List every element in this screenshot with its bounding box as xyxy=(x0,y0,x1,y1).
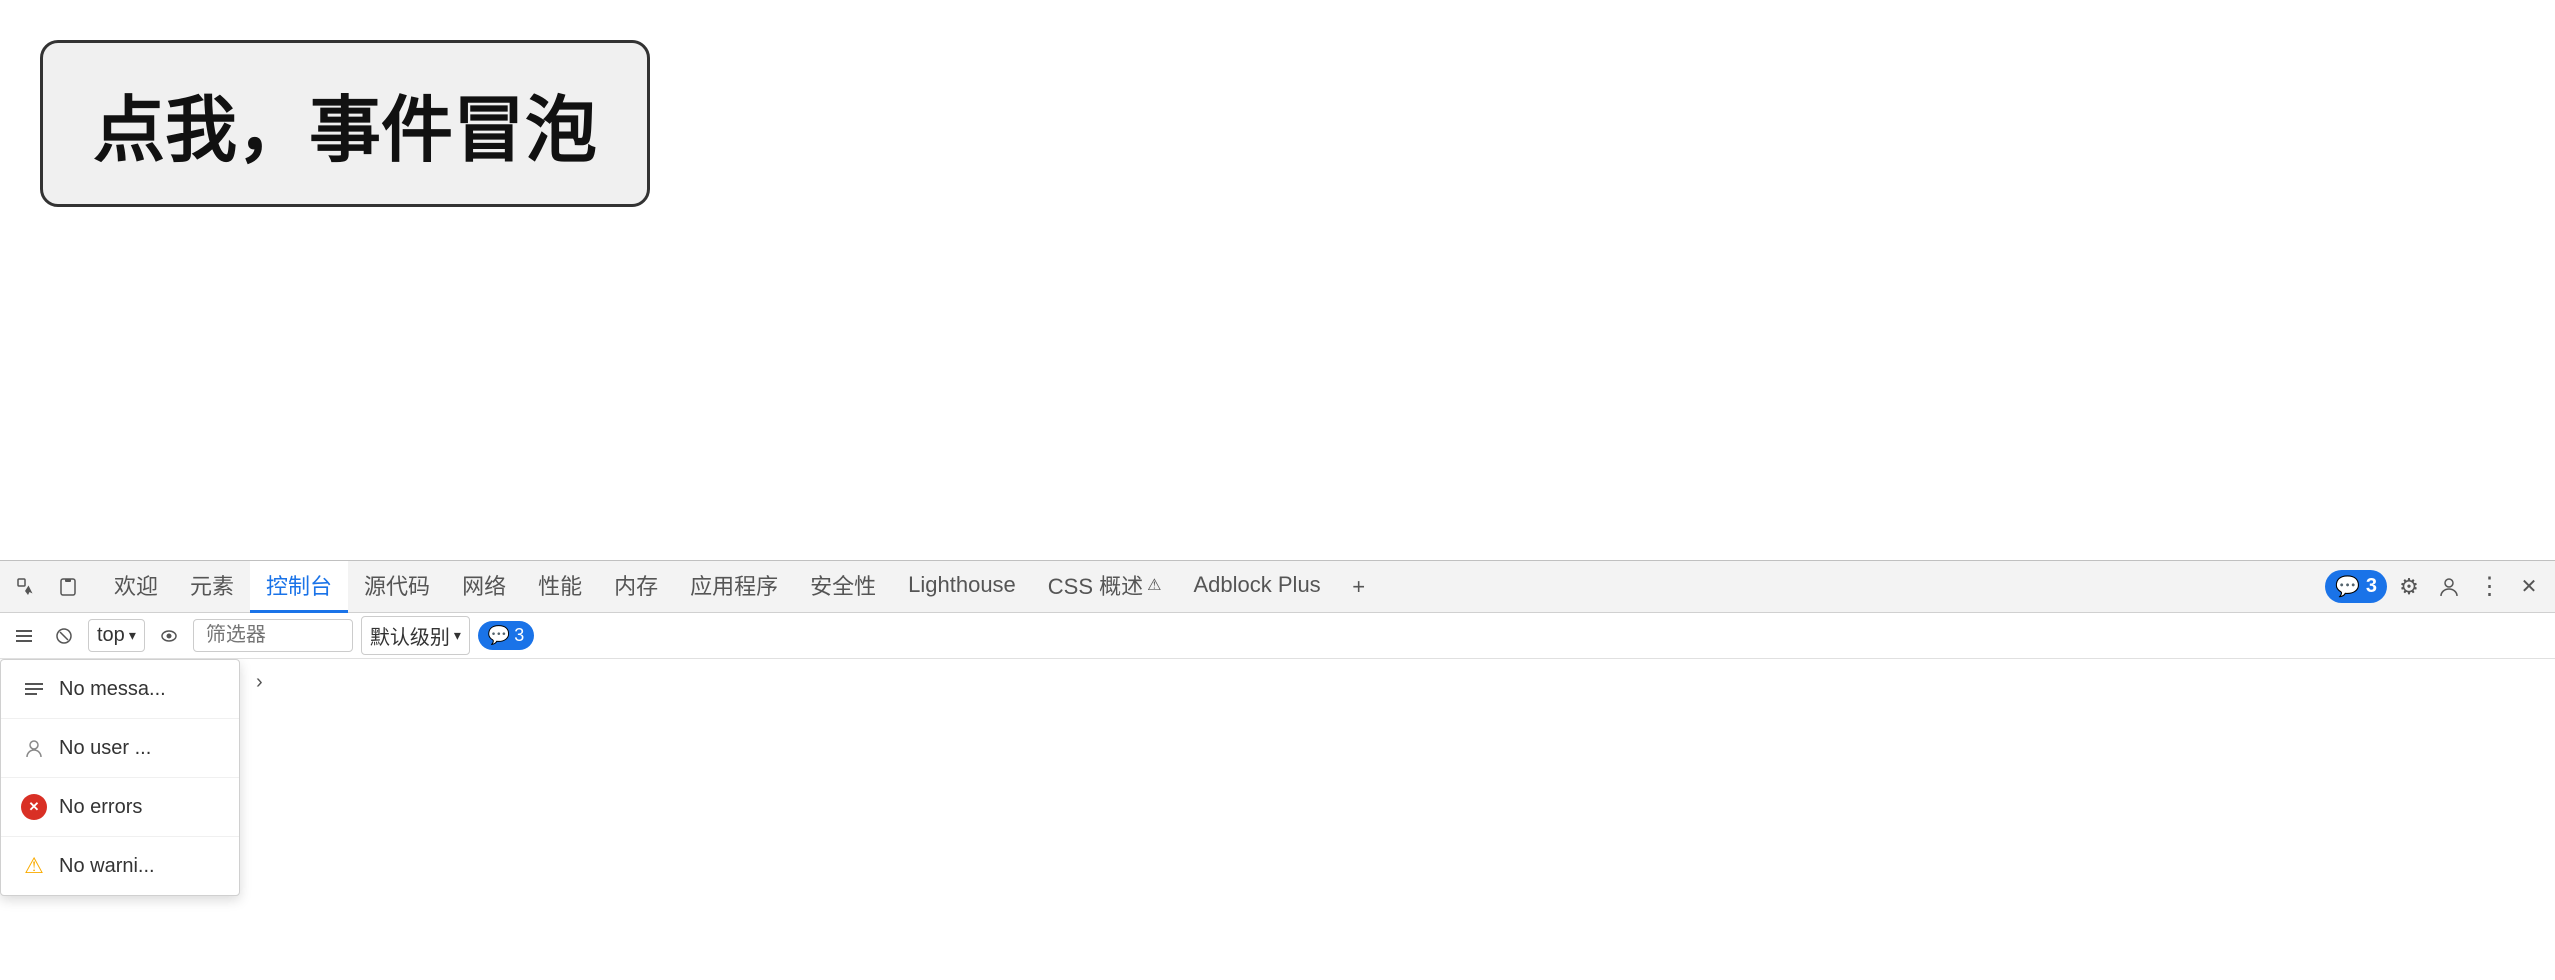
tab-security[interactable]: 安全性 xyxy=(794,561,892,613)
tab-application[interactable]: 应用程序 xyxy=(674,561,794,613)
dropdown-all-messages[interactable]: No messa... xyxy=(1,660,239,719)
filter-input[interactable] xyxy=(193,619,353,652)
user-messages-label: No user ... xyxy=(59,737,151,760)
tab-network[interactable]: 网络 xyxy=(446,561,522,613)
level-label: 默认级别 xyxy=(370,621,450,650)
filter-dropdown: No messa... No user ... ✕ No errors ⚠ xyxy=(0,659,240,896)
more-options-button[interactable]: ⋮ xyxy=(2471,569,2507,605)
context-dropdown-arrow: ▾ xyxy=(129,627,136,644)
tab-performance[interactable]: 性能 xyxy=(522,561,598,613)
tab-css-overview[interactable]: CSS 概述 ⚠ xyxy=(1032,561,1178,613)
devtools-console-toolbar: top ▾ 默认级别 ▾ 💬 3 xyxy=(0,613,2555,659)
eye-icon-button[interactable] xyxy=(153,620,185,652)
tab-welcome[interactable]: 欢迎 xyxy=(98,561,174,613)
browser-content: 点我，事件冒泡 xyxy=(0,0,2555,570)
warning-icon: ⚠ xyxy=(21,853,47,879)
profile-button[interactable] xyxy=(2431,569,2467,605)
messages-list-icon xyxy=(21,676,47,702)
settings-button[interactable]: ⚙ xyxy=(2391,569,2427,605)
devtools-tabs-bar: 欢迎 元素 控制台 源代码 网络 性能 内存 应用程序 安全性 Lighthou… xyxy=(0,561,2555,613)
tab-sources[interactable]: 源代码 xyxy=(348,561,446,613)
expand-sidebar-arrow[interactable]: › xyxy=(248,667,271,698)
toolbar-badge[interactable]: 💬 3 xyxy=(478,621,534,650)
all-messages-label: No messa... xyxy=(59,678,166,701)
warnings-label: No warni... xyxy=(59,855,155,878)
dropdown-user-messages[interactable]: No user ... xyxy=(1,719,239,778)
messages-badge-button[interactable]: 💬 3 xyxy=(2325,570,2387,603)
inspect-element-icon[interactable] xyxy=(8,569,44,605)
event-bubble-button[interactable]: 点我，事件冒泡 xyxy=(40,40,650,207)
add-tab-button[interactable]: + xyxy=(1341,569,1377,605)
tab-console[interactable]: 控制台 xyxy=(250,561,348,613)
errors-label: No errors xyxy=(59,796,142,819)
tab-adblock[interactable]: Adblock Plus xyxy=(1178,561,1337,613)
devtools-panel: 欢迎 元素 控制台 源代码 网络 性能 内存 应用程序 安全性 Lighthou… xyxy=(0,560,2555,980)
console-output-area: No messa... No user ... ✕ No errors ⚠ xyxy=(0,659,2555,980)
messages-count: 3 xyxy=(2366,575,2377,598)
clear-console-button[interactable] xyxy=(48,620,80,652)
toolbar-badge-count: 3 xyxy=(514,625,524,646)
devtools-right-icons: 💬 3 ⚙ ⋮ ✕ xyxy=(2325,569,2547,605)
dropdown-warnings[interactable]: ⚠ No warni... xyxy=(1,837,239,895)
tab-lighthouse[interactable]: Lighthouse xyxy=(892,561,1032,613)
tab-elements[interactable]: 元素 xyxy=(174,561,250,613)
devtools-left-icons xyxy=(8,569,86,605)
dropdown-errors[interactable]: ✕ No errors xyxy=(1,778,239,837)
tab-memory[interactable]: 内存 xyxy=(598,561,674,613)
context-label: top xyxy=(97,624,125,647)
device-toolbar-icon[interactable] xyxy=(50,569,86,605)
level-selector[interactable]: 默认级别 ▾ xyxy=(361,616,470,655)
sidebar-toggle-button[interactable] xyxy=(8,620,40,652)
context-selector[interactable]: top ▾ xyxy=(88,619,145,652)
error-icon: ✕ xyxy=(21,794,47,820)
level-dropdown-arrow: ▾ xyxy=(454,627,461,644)
user-icon xyxy=(21,735,47,761)
close-devtools-button[interactable]: ✕ xyxy=(2511,569,2547,605)
